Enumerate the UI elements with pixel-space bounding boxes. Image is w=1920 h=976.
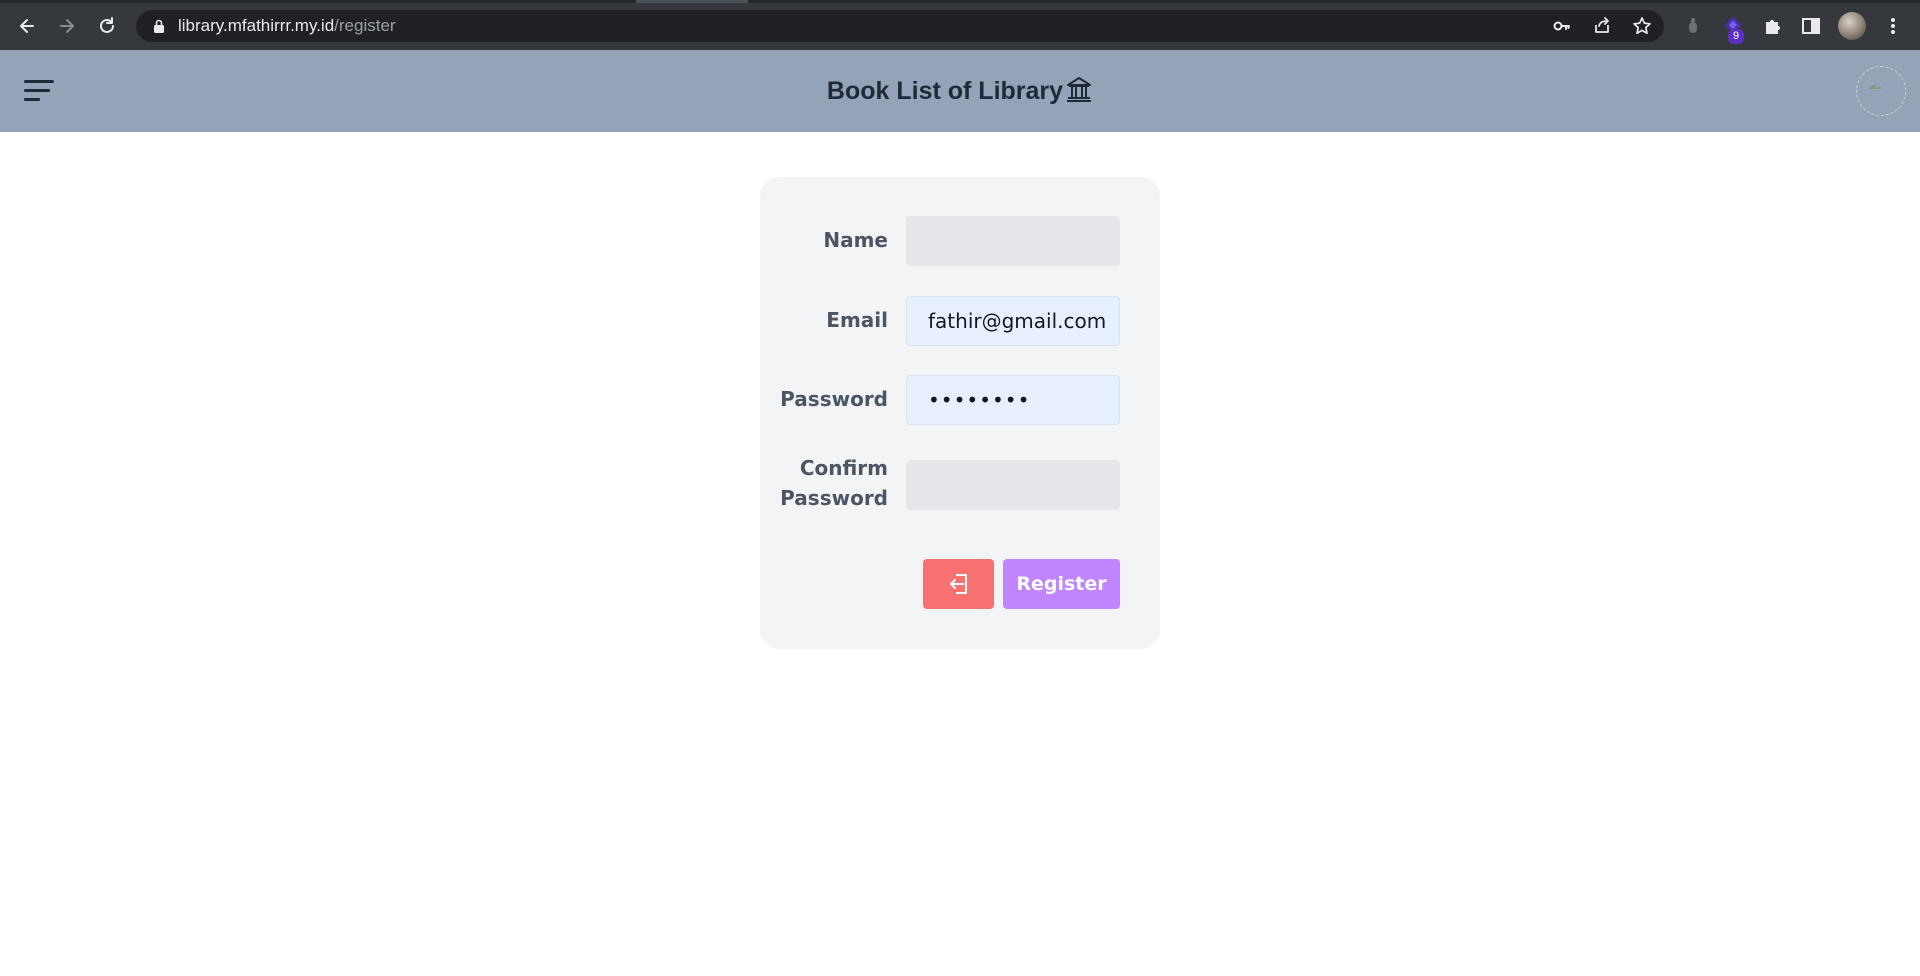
page-title: Book List of Library xyxy=(0,74,1920,108)
register-button[interactable]: Register xyxy=(1003,559,1120,609)
active-tab-edge[interactable] xyxy=(636,0,748,3)
tab-strip xyxy=(0,0,1920,3)
broken-image-icon xyxy=(1866,78,1882,90)
extensions-puzzle-icon[interactable] xyxy=(1760,13,1786,39)
share-icon[interactable] xyxy=(1592,16,1612,36)
login-icon xyxy=(949,574,967,594)
page-title-text: Book List of Library xyxy=(826,77,1064,105)
email-input[interactable]: fathir@gmail.com xyxy=(906,296,1120,346)
side-panel-icon[interactable] xyxy=(1798,13,1824,39)
profile-avatar[interactable] xyxy=(1838,12,1866,40)
login-button[interactable] xyxy=(923,559,994,609)
bookmark-star-icon[interactable] xyxy=(1632,16,1652,36)
password-input[interactable]: •••••••• xyxy=(906,375,1120,425)
key-icon[interactable] xyxy=(1552,16,1572,36)
address-bar[interactable]: library.mfathirrr.my.id/register xyxy=(136,10,1664,42)
confirm-password-input[interactable] xyxy=(906,460,1120,510)
url-host: library.mfathirrr.my.id xyxy=(178,16,335,35)
back-icon[interactable] xyxy=(13,12,41,40)
name-input[interactable] xyxy=(906,216,1120,266)
reload-icon[interactable] xyxy=(93,12,121,40)
bank-building-icon xyxy=(1067,77,1092,102)
browser-toolbar: library.mfathirrr.my.id/register 9 xyxy=(0,0,1920,50)
url-path: /register xyxy=(334,16,396,35)
name-label: Name xyxy=(823,228,888,252)
confirm-password-label: Confirm Password xyxy=(780,453,888,513)
user-avatar[interactable] xyxy=(1856,66,1906,116)
app-header: Book List of Library xyxy=(0,50,1920,132)
register-form-card: Name Email fathir@gmail.com Password •••… xyxy=(760,177,1160,649)
lock-icon[interactable] xyxy=(152,19,166,33)
email-label: Email xyxy=(826,308,888,332)
extension-gray-icon[interactable] xyxy=(1680,13,1706,39)
confirm-label-line1: Confirm xyxy=(799,456,888,480)
password-label: Password xyxy=(780,387,888,411)
forward-icon[interactable] xyxy=(53,12,81,40)
extension-badge: 9 xyxy=(1728,29,1744,44)
confirm-label-line2: Password xyxy=(780,486,888,510)
url-text[interactable]: library.mfathirrr.my.id/register xyxy=(178,16,396,36)
browser-menu-icon[interactable] xyxy=(1880,13,1906,39)
